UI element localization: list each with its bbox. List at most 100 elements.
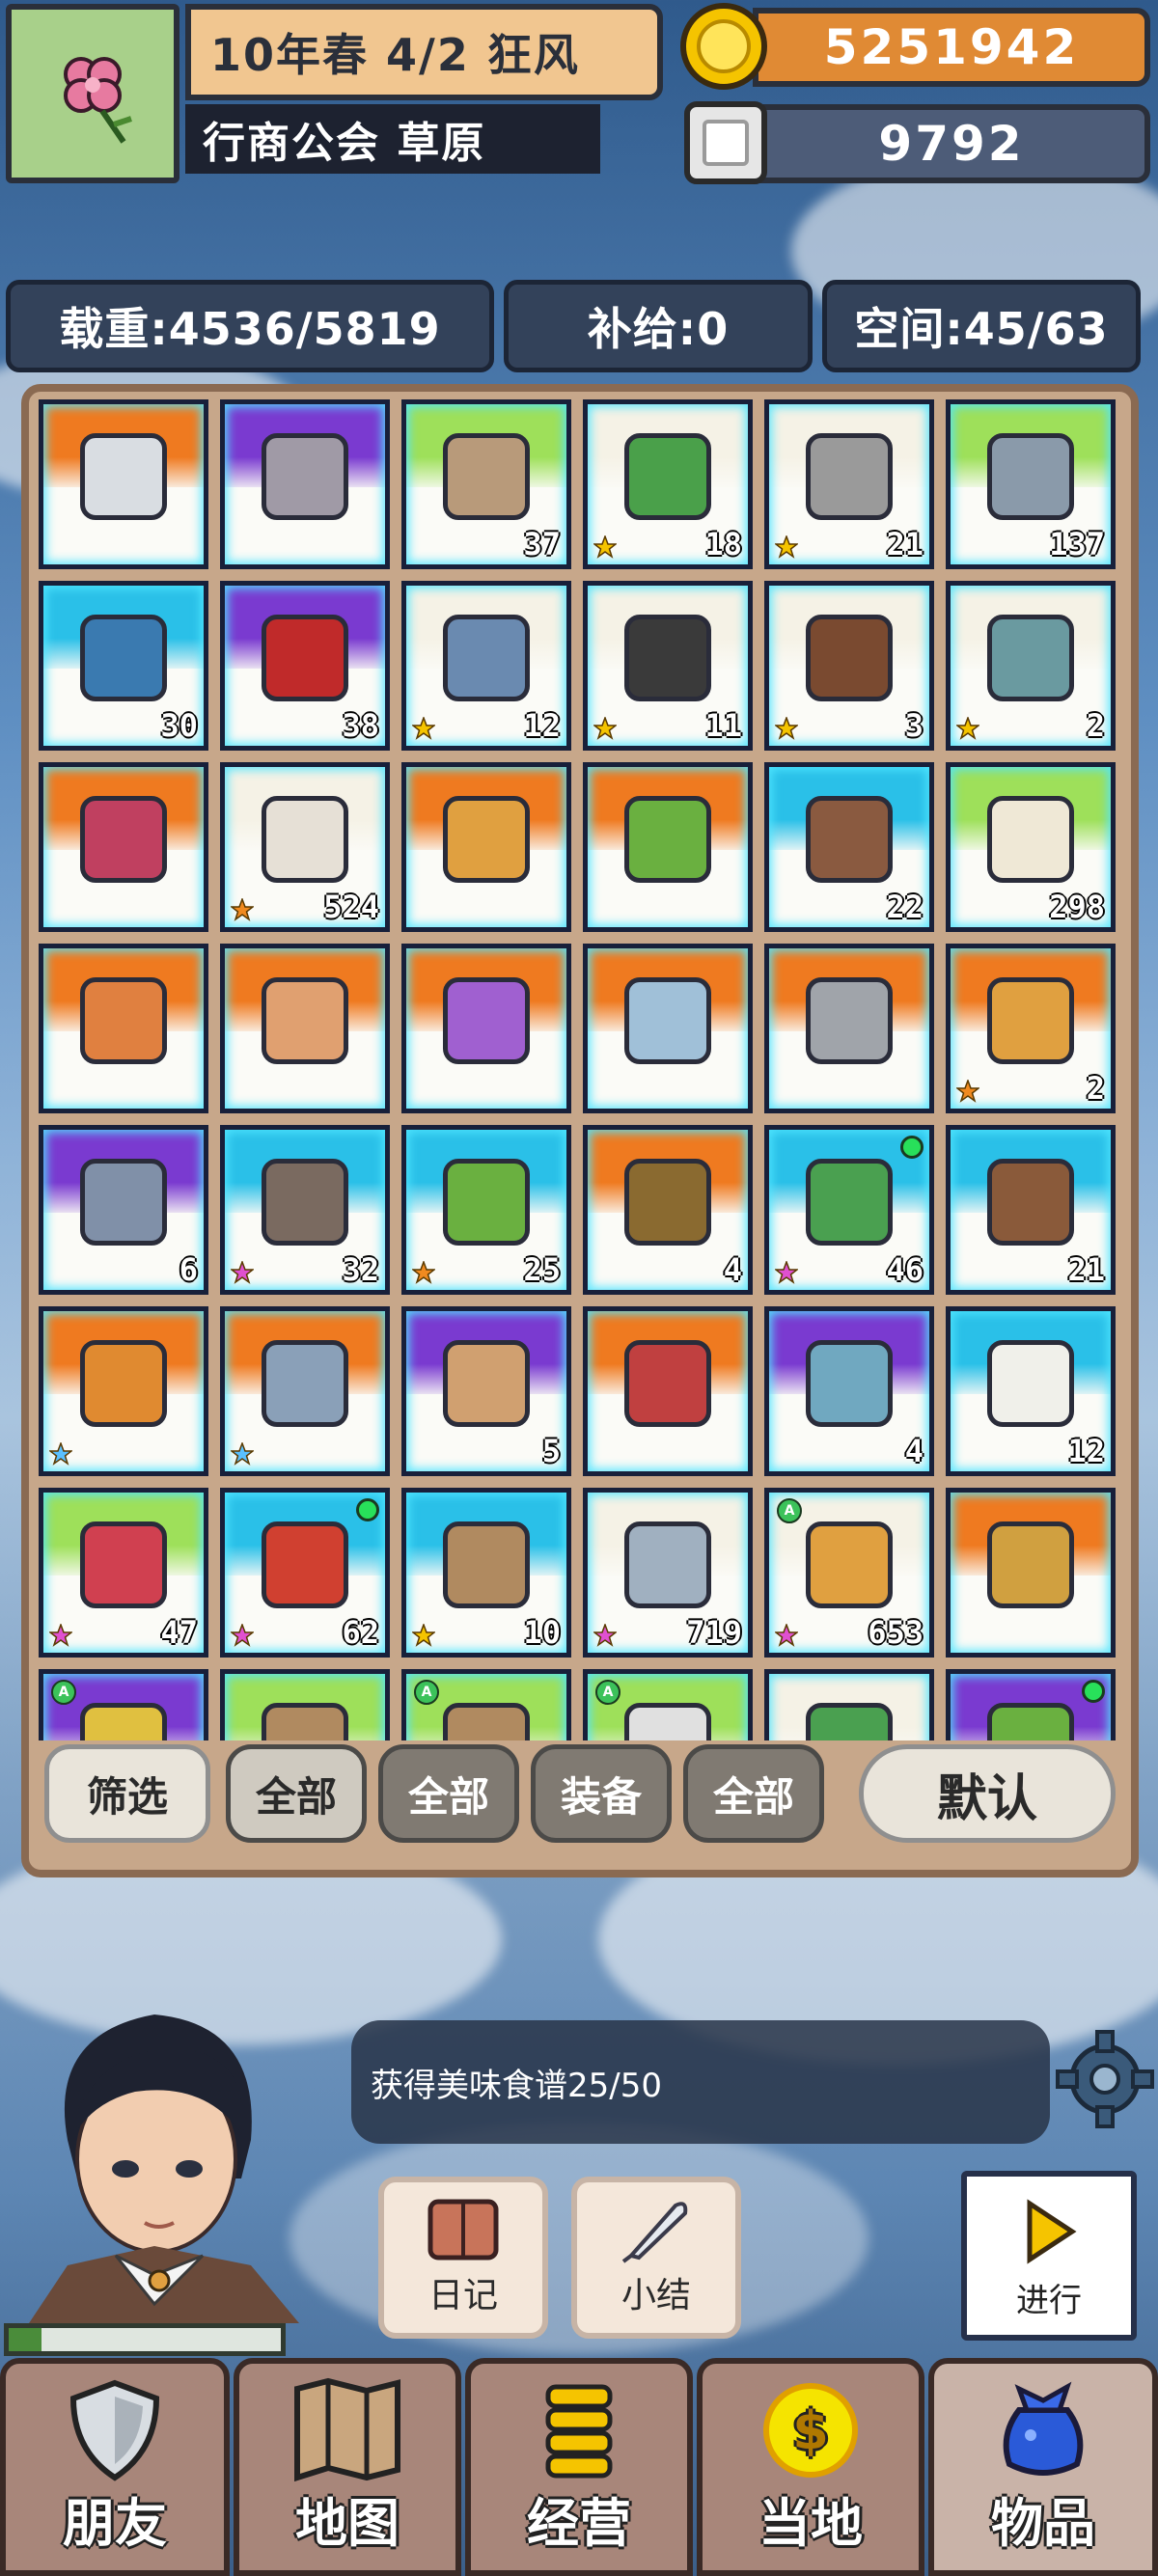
inventory-slot[interactable]: 4 [583, 1125, 753, 1295]
rarity-star-icon [775, 535, 798, 559]
inventory-slot[interactable]: A 653 [764, 1488, 934, 1658]
nav-map[interactable]: 地图 [234, 2358, 461, 2576]
rarity-star-icon [593, 535, 617, 559]
rarity-star-icon [231, 1442, 254, 1466]
book-item-icon [443, 615, 530, 701]
notification-message: 获得美味食谱25/50 [351, 2020, 1050, 2144]
rarity-star-icon [956, 717, 979, 740]
inventory-slot[interactable] [583, 1306, 753, 1476]
item-icon [80, 1703, 167, 1740]
play-arrow-icon [1027, 2199, 1077, 2264]
item-count: 3 [904, 707, 924, 744]
inventory-slot[interactable]: 18 [583, 399, 753, 569]
sort-default-button[interactable]: 默认 [859, 1744, 1116, 1843]
item-count: 524 [323, 889, 379, 925]
filter-all-button-3[interactable]: 全部 [683, 1744, 824, 1843]
inventory-slot[interactable] [401, 762, 571, 932]
inventory-slot[interactable] [220, 399, 390, 569]
rarity-star-icon [775, 717, 798, 740]
item-count: 298 [1049, 889, 1105, 925]
inventory-slot[interactable] [764, 1669, 934, 1740]
item-count: 32 [342, 1251, 379, 1288]
item-icon [443, 1703, 530, 1740]
inventory-slot[interactable]: 25 [401, 1125, 571, 1295]
inventory-slot[interactable]: 2 [946, 944, 1116, 1113]
item-icon [806, 1703, 893, 1740]
inventory-slot[interactable] [39, 399, 208, 569]
item-count: 30 [160, 707, 198, 744]
inventory-slot[interactable]: 32 [220, 1125, 390, 1295]
player-avatar[interactable] [10, 1995, 318, 2323]
inventory-slot[interactable] [39, 1306, 208, 1476]
inventory-slot[interactable] [946, 1669, 1116, 1740]
inventory-slot[interactable]: 719 [583, 1488, 753, 1658]
settings-gear-icon[interactable] [1052, 2026, 1158, 2132]
rarity-star-icon [593, 1624, 617, 1647]
inventory-slot[interactable]: 524 [220, 762, 390, 932]
season-portrait[interactable] [6, 4, 179, 183]
book-item-icon [987, 615, 1074, 701]
inventory-slot[interactable] [39, 762, 208, 932]
nav-local[interactable]: $ 当地 [697, 2358, 924, 2576]
nav-friends[interactable]: 朋友 [0, 2358, 230, 2576]
inventory-slot[interactable]: 2 [946, 581, 1116, 751]
inventory-slot[interactable]: 22 [764, 762, 934, 932]
item-count: 21 [886, 526, 924, 562]
inventory-slot[interactable]: 137 [946, 399, 1116, 569]
rarity-star-icon [412, 1624, 435, 1647]
inventory-slot[interactable] [39, 944, 208, 1113]
inventory-slot[interactable]: 3 [764, 581, 934, 751]
inventory-slot[interactable]: 12 [401, 581, 571, 751]
summary-button[interactable]: 小结 [571, 2177, 741, 2339]
inventory-slot[interactable] [220, 1669, 390, 1740]
proceed-button[interactable]: 进行 [961, 2171, 1137, 2341]
filter-all-button-1[interactable]: 全部 [226, 1744, 367, 1843]
filter-all-button-2[interactable]: 全部 [378, 1744, 519, 1843]
inventory-slot[interactable]: 30 [39, 581, 208, 751]
diary-button[interactable]: 日记 [378, 2177, 548, 2339]
filter-equip-button[interactable]: 装备 [531, 1744, 672, 1843]
scroll-item-icon [443, 1521, 530, 1608]
inventory-slot[interactable]: A [39, 1669, 208, 1740]
inventory-slot[interactable]: 5 [401, 1306, 571, 1476]
coin-stack-icon [545, 2384, 613, 2479]
rarity-star-icon [412, 717, 435, 740]
book-item-icon [624, 433, 711, 520]
location-label: 行商公会 草原 [185, 104, 600, 174]
inventory-slot[interactable]: 12 [946, 1306, 1116, 1476]
inventory-slot[interactable]: 4 [764, 1306, 934, 1476]
inventory-slot[interactable]: 38 [220, 581, 390, 751]
inventory-slot[interactable]: 46 [764, 1125, 934, 1295]
inventory-slot[interactable] [220, 1306, 390, 1476]
inventory-slot[interactable]: 11 [583, 581, 753, 751]
nav-items[interactable]: 物品 [928, 2358, 1158, 2576]
inventory-slot[interactable]: 62 [220, 1488, 390, 1658]
filter-button[interactable]: 筛选 [44, 1744, 210, 1843]
ring-item-icon [987, 977, 1074, 1064]
ring-item-icon [624, 977, 711, 1064]
inventory-slot[interactable]: 6 [39, 1125, 208, 1295]
nav-business[interactable]: 经营 [465, 2358, 693, 2576]
item-icon [262, 1703, 348, 1740]
nav-items-label: 物品 [991, 2493, 1095, 2554]
inventory-slot[interactable] [764, 944, 934, 1113]
inventory-slot[interactable]: 21 [946, 1125, 1116, 1295]
inventory-slot[interactable] [220, 944, 390, 1113]
book-item-icon [806, 615, 893, 701]
compass-item-icon [443, 1340, 530, 1427]
bread-item-icon [806, 1521, 893, 1608]
inventory-slot[interactable]: 47 [39, 1488, 208, 1658]
inventory-slot[interactable] [401, 944, 571, 1113]
inventory-slot[interactable] [583, 944, 753, 1113]
inventory-grid: 37 18 21 137 30 38 12 11 3 2 524 22 298 2 6 32 25 4 46 21 5 4… [39, 399, 1119, 1740]
inventory-slot[interactable]: A [583, 1669, 753, 1740]
inventory-slot[interactable]: 21 [764, 399, 934, 569]
inventory-slot[interactable]: A [401, 1669, 571, 1740]
new-indicator-dot [900, 1136, 924, 1159]
inventory-slot[interactable]: 37 [401, 399, 571, 569]
inventory-slot[interactable] [583, 762, 753, 932]
inventory-slot[interactable]: 298 [946, 762, 1116, 932]
inventory-slot[interactable] [946, 1488, 1116, 1658]
inventory-slot[interactable]: 10 [401, 1488, 571, 1658]
item-count: 37 [523, 526, 561, 562]
